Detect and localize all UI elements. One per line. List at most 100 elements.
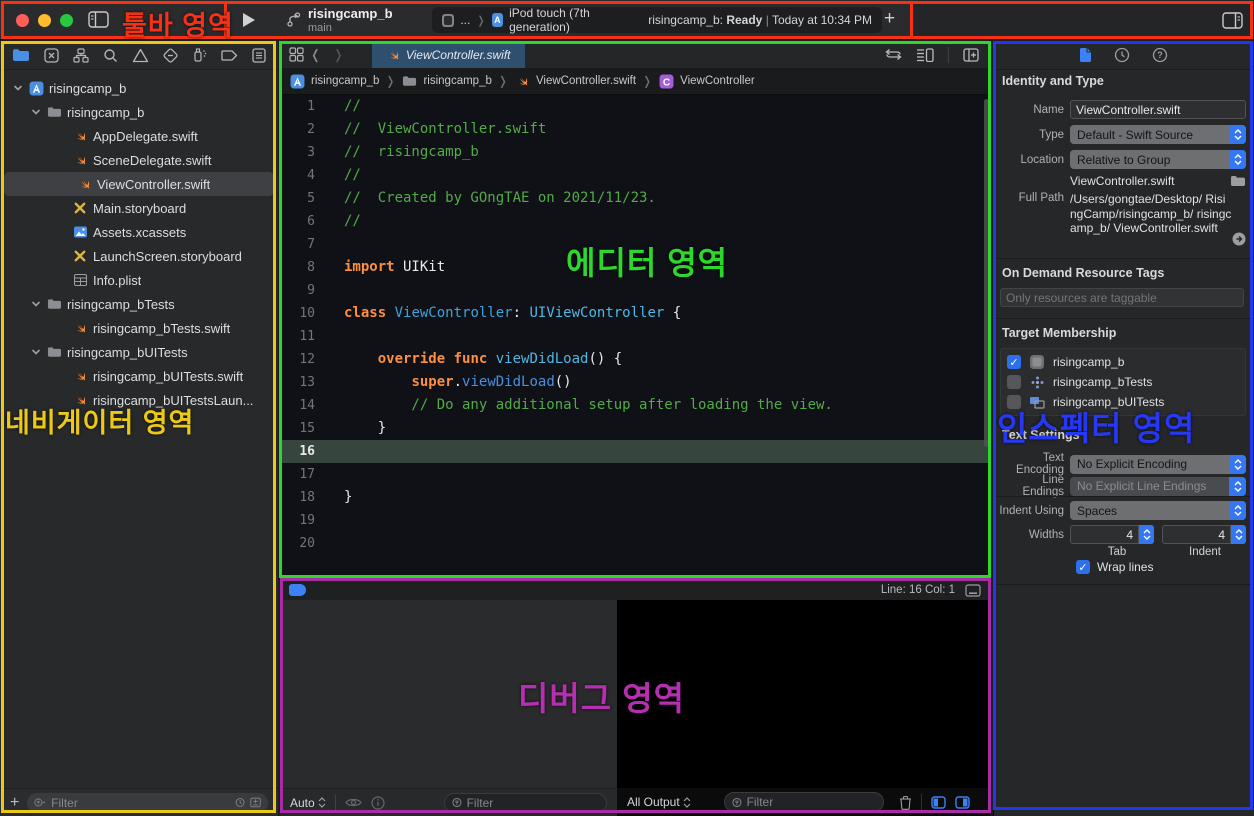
target-checkbox[interactable] [1007, 395, 1021, 409]
scheme-branch[interactable]: main [308, 22, 332, 34]
wrap-lines-row[interactable]: ✓ Wrap lines [1076, 560, 1153, 574]
related-items-icon[interactable] [279, 47, 304, 62]
clear-console-icon[interactable] [899, 795, 912, 810]
code-line-6[interactable]: 6 // [279, 210, 991, 233]
lineendings-popup[interactable]: No Explicit Line Endings [1070, 476, 1246, 496]
code-line-20[interactable]: 20 [279, 532, 991, 555]
adjust-editor-icon[interactable] [916, 47, 934, 62]
code-line-15[interactable]: 15 } [279, 417, 991, 440]
tests-tab-icon[interactable] [163, 47, 178, 63]
line-number[interactable]: 12 [279, 348, 327, 371]
encoding-popup[interactable]: No Explicit Encoding [1070, 454, 1246, 474]
debug-tab-icon[interactable] [192, 47, 207, 63]
line-number[interactable]: 2 [279, 118, 327, 141]
line-number[interactable]: 14 [279, 394, 327, 417]
target-checkbox[interactable]: ✓ [1007, 355, 1021, 369]
breadcrumb-item[interactable]: ViewController [680, 75, 755, 87]
line-number[interactable]: 5 [279, 187, 327, 210]
symbols-tab-icon[interactable] [73, 47, 89, 63]
navigator-filter-field[interactable] [27, 792, 268, 813]
code-line-16[interactable]: 16 [279, 440, 991, 463]
editor-scrollbar[interactable] [984, 99, 989, 447]
line-number[interactable]: 9 [279, 279, 327, 302]
line-number[interactable]: 11 [279, 325, 327, 348]
reports-tab-icon[interactable] [252, 47, 266, 63]
minimize-window-button[interactable] [38, 14, 51, 27]
minimized-editor-icon[interactable] [965, 583, 981, 597]
variables-scope-popup[interactable]: Auto [290, 796, 326, 810]
info-icon[interactable] [371, 795, 385, 810]
code-line-17[interactable]: 17 [279, 463, 991, 486]
variables-filter-field[interactable] [443, 792, 607, 813]
file-row-risingcamp_bUITestsLaun---[interactable]: risingcamp_bUITestsLaun... [0, 388, 278, 412]
file-row-risingcamp_bTests-swift[interactable]: risingcamp_bTests.swift [0, 316, 278, 340]
code-line-3[interactable]: 3 // risingcamp_b [279, 141, 991, 164]
line-number[interactable]: 3 [279, 141, 327, 164]
line-number[interactable]: 13 [279, 371, 327, 394]
zoom-window-button[interactable] [60, 14, 73, 27]
file-row-risingcamp_bTests[interactable]: risingcamp_bTests [0, 292, 278, 316]
breadcrumb-item[interactable]: risingcamp_b [423, 75, 491, 87]
code-line-7[interactable]: 7 [279, 233, 991, 256]
code-line-2[interactable]: 2 // ViewController.swift [279, 118, 991, 141]
code-line-19[interactable]: 19 [279, 509, 991, 532]
stepper-icon[interactable] [1231, 525, 1246, 544]
forward-button[interactable]: ❭ [327, 47, 350, 63]
close-window-button[interactable] [16, 14, 29, 27]
file-row-Main-storyboard[interactable]: Main.storyboard [0, 196, 278, 220]
code-line-18[interactable]: 18} [279, 486, 991, 509]
device-name[interactable]: iPod touch (7th generation) [509, 6, 628, 34]
console-filter-field[interactable] [723, 792, 884, 812]
editor-tab[interactable]: ViewController.swift [371, 41, 525, 68]
add-file-button[interactable]: + [10, 794, 19, 812]
debug-console-pane[interactable] [617, 600, 990, 788]
file-row-risingcamp_bUITests[interactable]: risingcamp_bUITests [0, 340, 278, 364]
issues-tab-icon[interactable] [132, 48, 149, 63]
navigator-filter-input[interactable] [51, 795, 230, 810]
file-row-ViewController-swift[interactable]: ViewController.swift [4, 172, 274, 196]
line-number[interactable]: 6 [279, 210, 327, 233]
breadcrumb-item[interactable]: risingcamp_b [311, 75, 379, 87]
project-navigator-tab-icon[interactable] [12, 48, 30, 62]
line-number[interactable]: 17 [279, 463, 327, 486]
hide-console-view-icon[interactable] [955, 795, 970, 809]
jump-bar[interactable]: risingcamp_b ❭ risingcamp_b ❭ ViewController… [279, 68, 991, 95]
line-number[interactable]: 7 [279, 233, 327, 256]
name-field[interactable] [1070, 100, 1246, 119]
code-line-11[interactable]: 11 [279, 325, 991, 348]
hide-variables-view-icon[interactable] [931, 795, 946, 809]
stepper-icon[interactable] [1139, 525, 1154, 544]
line-number[interactable]: 8 [279, 256, 327, 279]
console-scope-popup[interactable]: All Output [627, 795, 691, 809]
console-filter-input[interactable] [746, 795, 876, 809]
code-line-14[interactable]: 14 // Do any additional setup after load… [279, 394, 991, 417]
folder-icon[interactable] [1230, 175, 1246, 187]
disclosure-chevron-icon[interactable] [30, 299, 41, 309]
line-number[interactable]: 20 [279, 532, 327, 555]
debug-variables-pane[interactable] [280, 600, 617, 788]
target-row-risingcamp_bTests[interactable]: risingcamp_bTests [1007, 372, 1239, 392]
breadcrumb-item[interactable]: ViewController.swift [536, 75, 636, 87]
code-line-5[interactable]: 5 // Created by GOngTAE on 2021/11/23. [279, 187, 991, 210]
inspector-toggle-icon[interactable] [1222, 12, 1243, 29]
breakpoints-tab-icon[interactable] [221, 49, 238, 62]
file-inspector-tab-icon[interactable] [1079, 47, 1092, 63]
code-line-12[interactable]: 12 override func viewDidLoad() { [279, 348, 991, 371]
indent-width-stepper[interactable]: 4 [1162, 525, 1246, 544]
target-checkbox[interactable] [1007, 375, 1021, 389]
search-tab-icon[interactable] [103, 48, 118, 63]
file-row-risingcamp_b[interactable]: risingcamp_b [0, 100, 278, 124]
code-line-1[interactable]: 1 // [279, 95, 991, 118]
target-row-risingcamp_b[interactable]: ✓ risingcamp_b [1007, 352, 1239, 372]
quicklook-eye-icon[interactable] [344, 797, 362, 808]
line-number[interactable]: 15 [279, 417, 327, 440]
scheme-name[interactable]: risingcamp_b [308, 6, 393, 21]
target-row-risingcamp_bUITests[interactable]: risingcamp_bUITests [1007, 392, 1239, 412]
add-editor-icon[interactable] [963, 47, 979, 62]
code-review-icon[interactable] [885, 48, 902, 61]
code-editor[interactable]: 1 // 2 // ViewController.swift 3 // risingcam… [279, 95, 991, 579]
disclosure-chevron-icon[interactable] [30, 107, 41, 117]
code-line-13[interactable]: 13 super.viewDidLoad() [279, 371, 991, 394]
file-row-LaunchScreen-storyboard[interactable]: LaunchScreen.storyboard [0, 244, 278, 268]
source-control-tab-icon[interactable] [44, 47, 59, 63]
